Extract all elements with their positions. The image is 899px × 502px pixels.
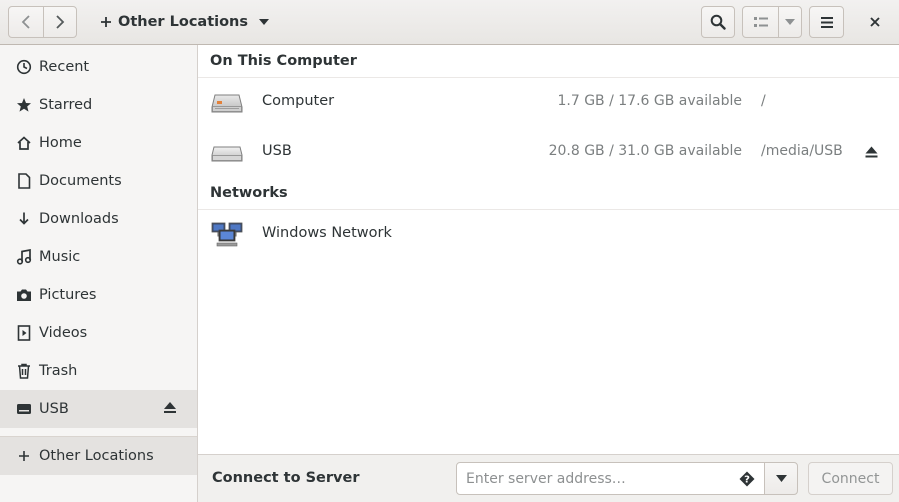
header-bar: Other Locations <box>0 0 899 45</box>
connect-to-server-label: Connect to Server <box>212 470 360 486</box>
go-forward-icon <box>56 15 65 29</box>
sidebar-item-other-locations[interactable]: Other Locations <box>0 437 197 475</box>
network-computers-icon <box>211 222 243 252</box>
sidebar-item-music[interactable]: Music <box>0 238 197 276</box>
list-view-icon <box>753 17 768 27</box>
view-options-button[interactable] <box>778 7 801 37</box>
hamburger-menu-icon <box>820 16 833 28</box>
location-label: Other Locations <box>118 14 249 30</box>
view-buttons <box>742 6 802 38</box>
sidebar-item-recent[interactable]: Recent <box>0 48 197 86</box>
sidebar-item-label: Documents <box>39 173 122 189</box>
eject-icon <box>865 146 878 158</box>
hard-disk-icon <box>211 91 243 119</box>
chevron-down-icon <box>259 19 270 25</box>
sidebar-item-label: Videos <box>39 325 88 341</box>
eject-button[interactable] <box>163 401 177 418</box>
chevron-down-icon <box>775 475 787 482</box>
sidebar-item-usb[interactable]: USB <box>0 390 197 428</box>
trash-icon <box>15 362 33 380</box>
connect-button[interactable]: Connect <box>808 462 893 495</box>
sidebar-item-trash[interactable]: Trash <box>0 352 197 390</box>
sidebar-item-starred[interactable]: Starred <box>0 86 197 124</box>
location-space: 20.8 GB / 31.0 GB available <box>548 143 742 159</box>
list-item-usb[interactable]: USB 20.8 GB / 31.0 GB available /media/U… <box>198 128 899 178</box>
download-icon <box>15 210 33 228</box>
sidebar-item-videos[interactable]: Videos <box>0 314 197 352</box>
sidebar-item-pictures[interactable]: Pictures <box>0 276 197 314</box>
location-name: Computer <box>262 93 335 109</box>
close-icon <box>870 17 880 27</box>
sidebar-item-label: Starred <box>39 97 93 113</box>
eject-icon <box>164 402 176 413</box>
navigation-buttons <box>8 6 77 38</box>
location-path: /media/USB <box>761 143 843 159</box>
recent-servers-button[interactable] <box>764 462 798 495</box>
go-back-icon <box>21 15 30 29</box>
help-icon[interactable]: ? <box>739 471 755 491</box>
back-button[interactable] <box>9 7 43 37</box>
clock-icon <box>15 58 33 76</box>
list-item-computer[interactable]: Computer 1.7 GB / 17.6 GB available / <box>198 78 899 128</box>
sidebar-item-label: Downloads <box>39 211 119 227</box>
drive-icon <box>15 400 33 418</box>
location-menu-button[interactable]: Other Locations <box>92 6 278 38</box>
section-title-on-this-computer: On This Computer <box>210 53 357 69</box>
sidebar-item-label: Recent <box>39 59 90 75</box>
plus-icon <box>101 17 111 27</box>
main-content: On This Computer Computer 1.7 GB / 17.6 … <box>198 45 899 454</box>
sidebar-item-label: Music <box>39 249 81 265</box>
sidebar-item-home[interactable]: Home <box>0 124 197 162</box>
location-path: / <box>761 93 766 109</box>
location-space: 1.7 GB / 17.6 GB available <box>557 93 742 109</box>
sidebar: Recent Starred Home Documents Downloads … <box>0 45 198 502</box>
document-icon <box>15 172 33 190</box>
removable-drive-icon <box>211 141 243 169</box>
sidebar-item-label: Other Locations <box>39 448 154 464</box>
svg-text:?: ? <box>744 475 750 486</box>
sidebar-item-downloads[interactable]: Downloads <box>0 200 197 238</box>
camera-icon <box>15 286 33 304</box>
sidebar-item-label: Pictures <box>39 287 97 303</box>
music-icon <box>15 248 33 266</box>
star-icon <box>15 96 33 114</box>
sidebar-item-documents[interactable]: Documents <box>0 162 197 200</box>
main-menu-button[interactable] <box>809 6 844 38</box>
list-item-windows-network[interactable]: Windows Network <box>198 210 899 260</box>
video-icon <box>15 324 33 342</box>
location-name: USB <box>262 143 292 159</box>
location-name: Windows Network <box>262 225 392 241</box>
home-icon <box>15 134 33 152</box>
search-button[interactable] <box>701 6 735 38</box>
view-toggle-button[interactable] <box>743 7 778 37</box>
chevron-down-icon <box>785 19 796 25</box>
sidebar-item-label: USB <box>39 401 69 417</box>
close-button[interactable] <box>858 6 892 38</box>
sidebar-item-label: Home <box>39 135 82 151</box>
sidebar-item-label: Trash <box>39 363 78 379</box>
plus-icon <box>15 447 33 465</box>
eject-button[interactable] <box>865 146 878 162</box>
connect-bar: Connect to Server ? Connect <box>198 454 899 502</box>
server-address-input[interactable] <box>456 462 765 495</box>
section-title-networks: Networks <box>210 185 288 201</box>
search-icon <box>710 14 726 30</box>
forward-button[interactable] <box>42 7 77 37</box>
